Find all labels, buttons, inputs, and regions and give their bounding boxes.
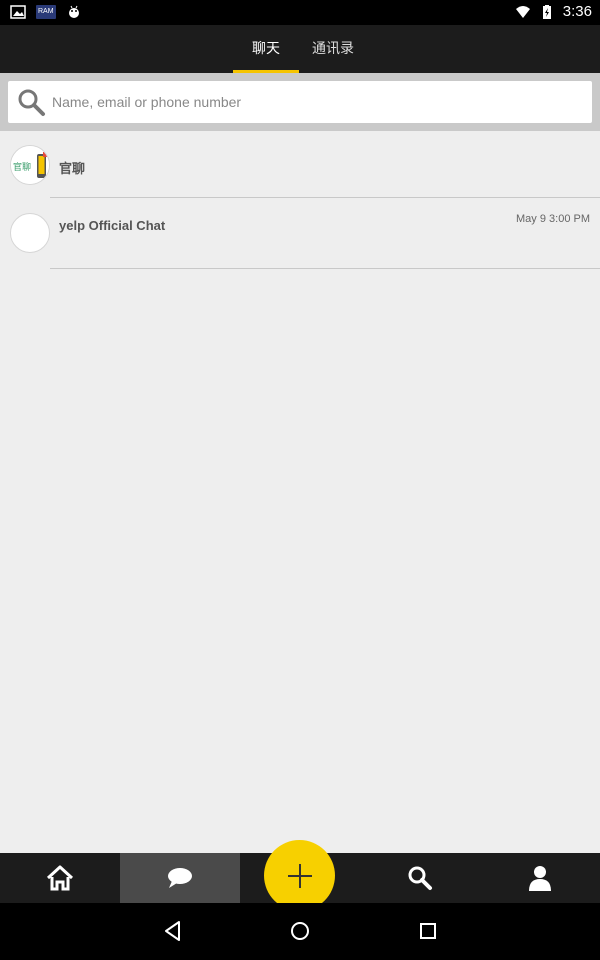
chat-list: 官聊 官聊 yelp Official Chat May 9 3:00 PM	[0, 131, 600, 269]
search-box[interactable]	[8, 81, 592, 123]
chat-name: 官聊	[59, 161, 86, 176]
nav-profile-button[interactable]	[480, 853, 600, 903]
search-icon	[408, 866, 432, 890]
nav-search-button[interactable]	[360, 853, 480, 903]
profile-icon	[529, 866, 551, 891]
chat-name: yelp Official Chat	[59, 218, 166, 233]
nav-chat-button[interactable]	[120, 853, 240, 903]
svg-text:官聊: 官聊	[13, 161, 31, 173]
status-bar: RAM 3:36	[0, 0, 600, 25]
top-tab-bar: 聊天 通讯录	[0, 25, 600, 73]
chat-bubble-icon	[168, 868, 192, 888]
avatar: 官聊	[10, 145, 50, 185]
nav-home-button[interactable]	[0, 853, 120, 903]
avatar	[10, 213, 50, 253]
recents-icon[interactable]	[416, 919, 440, 943]
tab-chat[interactable]: 聊天	[233, 25, 299, 73]
system-nav-bar	[0, 903, 600, 960]
search-bar	[0, 73, 600, 131]
divider	[50, 268, 600, 269]
image-icon	[10, 5, 26, 19]
search-icon	[18, 89, 45, 116]
chat-timestamp: May 9 3:00 PM	[516, 213, 590, 225]
ram-icon: RAM	[36, 5, 56, 19]
wifi-icon	[515, 5, 530, 18]
back-icon[interactable]	[161, 919, 185, 943]
home-circle-icon[interactable]	[288, 919, 312, 943]
chat-list-item[interactable]: yelp Official Chat May 9 3:00 PM	[0, 198, 600, 269]
tab-contacts[interactable]: 通讯录	[300, 25, 366, 73]
add-button[interactable]	[264, 840, 335, 911]
battery-icon	[542, 4, 551, 19]
chat-list-item[interactable]: 官聊 官聊	[0, 131, 600, 198]
android-icon	[68, 5, 79, 18]
home-icon	[46, 865, 74, 891]
official-chat-logo-icon: 官聊	[11, 146, 49, 184]
add-icon	[287, 863, 312, 888]
search-input[interactable]	[52, 94, 572, 110]
clock: 3:36	[562, 3, 592, 20]
